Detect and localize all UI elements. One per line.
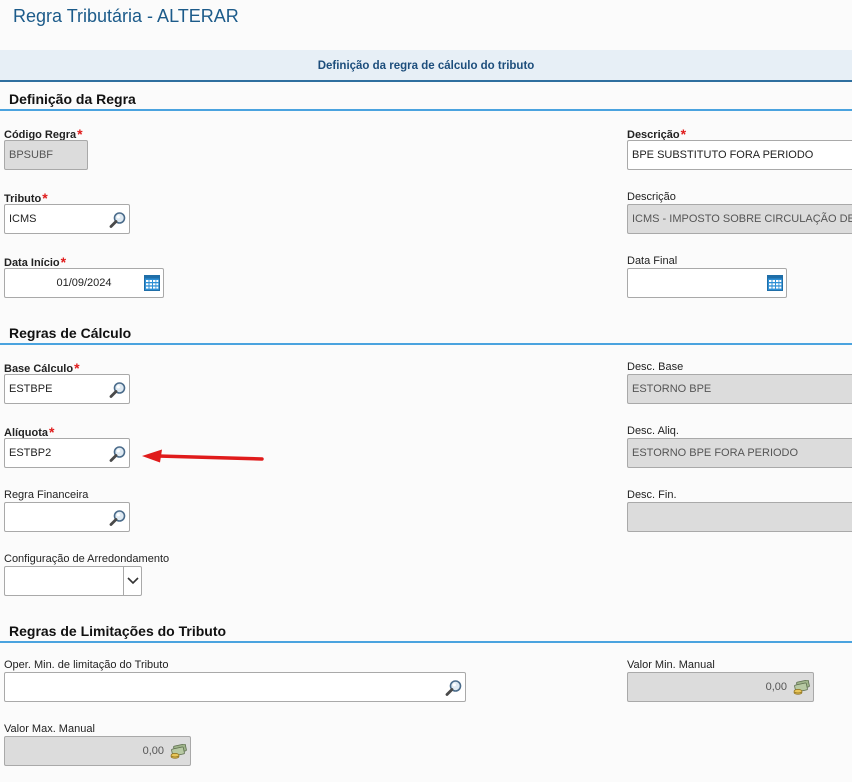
red-arrow-annotation [142, 449, 264, 463]
valor-min-field: 0,00 [627, 672, 814, 702]
magnifier-icon[interactable] [109, 509, 127, 527]
magnifier-icon[interactable] [109, 211, 127, 229]
base-calculo-field[interactable]: ESTBPE [4, 374, 130, 404]
oper-min-field[interactable] [4, 672, 466, 702]
desc-fin-field [627, 502, 852, 532]
section-title: Definição da Regra [9, 91, 136, 107]
data-inicio-value: 01/09/2024 [56, 277, 112, 289]
magnifier-icon[interactable] [445, 679, 463, 697]
arredondamento-select[interactable] [4, 566, 142, 596]
oper-min-label: Oper. Min. de limitação do Tributo [4, 659, 169, 671]
tributo-descricao-field: ICMS - IMPOSTO SOBRE CIRCULAÇÃO DE [627, 204, 852, 234]
section-regras-calculo: Regras de Cálculo [0, 323, 852, 345]
money-icon[interactable] [793, 680, 810, 695]
codigo-regra-field[interactable]: BPSUBF [4, 140, 88, 170]
data-final-label: Data Final [627, 255, 678, 267]
magnifier-icon[interactable] [109, 381, 127, 399]
valor-min-value: 0,00 [765, 681, 787, 693]
calendar-icon[interactable] [767, 275, 783, 291]
aliquota-value: ESTBP2 [9, 447, 52, 459]
data-inicio-field[interactable]: 01/09/2024 [4, 268, 164, 298]
section-definicao-regra: Definição da Regra [0, 89, 852, 111]
aliquota-field[interactable]: ESTBP2 [4, 438, 130, 468]
magnifier-icon[interactable] [109, 445, 127, 463]
desc-base-field: ESTORNO BPE [627, 374, 852, 404]
section-title: Regras de Cálculo [9, 325, 132, 341]
regra-financeira-label: Regra Financeira [4, 489, 89, 501]
desc-aliq-label: Desc. Aliq. [627, 425, 679, 437]
valor-max-value: 0,00 [142, 745, 164, 757]
tributo-descricao-label: Descrição [627, 191, 676, 203]
desc-base-label: Desc. Base [627, 361, 684, 373]
base-calculo-value: ESTBPE [9, 383, 53, 395]
valor-max-field: 0,00 [4, 736, 191, 766]
data-final-field[interactable]: / / [627, 268, 787, 298]
valor-max-label: Valor Max. Manual [4, 723, 95, 735]
chevron-down-icon [127, 577, 139, 585]
calendar-icon[interactable] [144, 275, 160, 291]
form-banner: Definição da regra de cálculo do tributo [0, 50, 852, 82]
descricao-field[interactable]: BPE SUBSTITUTO FORA PERIODO [627, 140, 852, 170]
desc-aliq-field: ESTORNO BPE FORA PERIODO [627, 438, 852, 468]
tributo-value: ICMS [9, 213, 37, 225]
section-regras-limitacoes: Regras de Limitações do Tributo [0, 621, 852, 643]
section-title: Regras de Limitações do Tributo [9, 623, 227, 639]
dropdown-toggle[interactable] [123, 567, 141, 595]
valor-min-label: Valor Min. Manual [627, 659, 715, 671]
page-title: Regra Tributária - ALTERAR [13, 6, 239, 26]
arredondamento-label: Configuração de Arredondamento [4, 553, 170, 565]
money-icon[interactable] [170, 744, 187, 759]
regra-financeira-field[interactable] [4, 502, 130, 532]
desc-fin-label: Desc. Fin. [627, 489, 677, 501]
tributo-field[interactable]: ICMS [4, 204, 130, 234]
